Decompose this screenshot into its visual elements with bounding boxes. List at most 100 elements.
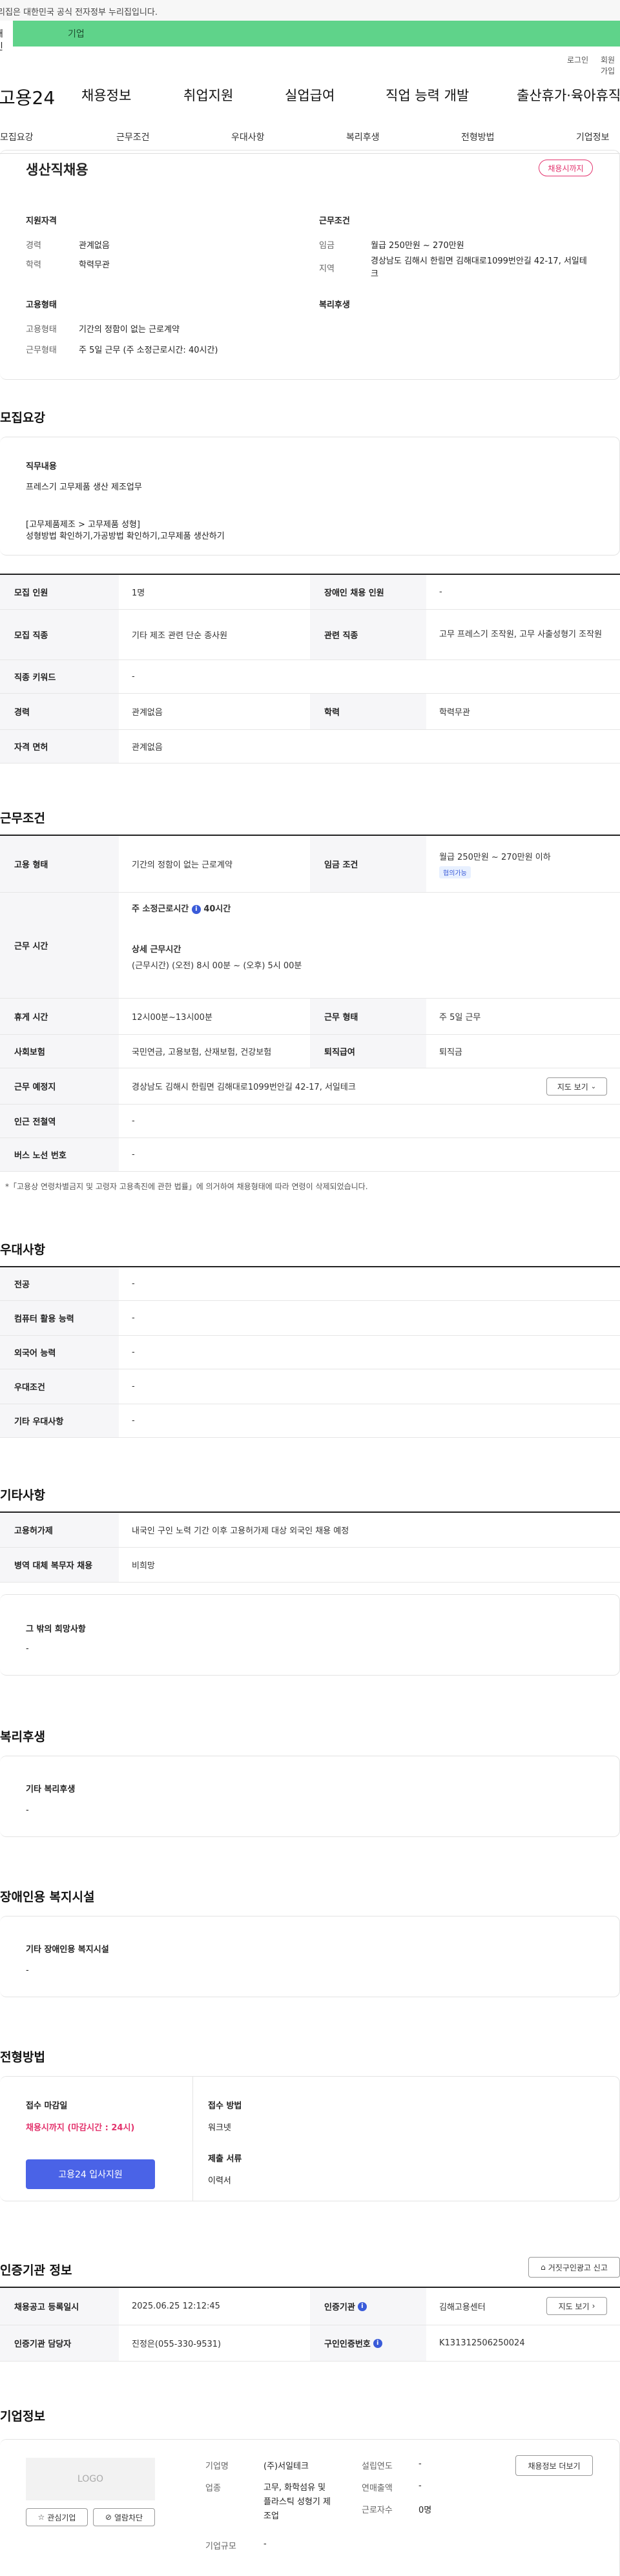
table-header-cell: 우대조건: [0, 1369, 119, 1404]
conditions-section-title: 근무조건: [0, 811, 45, 826]
docs-value: 이력서: [208, 2176, 231, 2186]
recruit-section-title: 모집요강: [0, 411, 45, 425]
table-header-cell: 인증기관 i: [310, 2288, 426, 2325]
method-title: 접수 방법: [208, 2101, 242, 2111]
table-header-cell: 모집 인원: [0, 575, 119, 609]
conditions-table: 고용 형태 기간의 정함이 없는 근로계약 임금 조건 월급 250만원 ~ 2…: [0, 835, 620, 1172]
table-header-cell: 컴퓨터 활용 능력: [0, 1301, 119, 1335]
table-row: 모집 직종 기타 제조 관련 단순 종사원 관련 직종 고무 프레스기 조작원,…: [0, 610, 620, 660]
table-row: 우대조건 -: [0, 1369, 620, 1404]
tab-person[interactable]: 개인: [0, 21, 13, 52]
duty-value: 프레스기 고무제품 생산 제조업무: [26, 483, 142, 492]
table-row: 병역 대체 복무자 채용 비희망: [0, 1548, 620, 1583]
career-value: 관계없음: [79, 241, 110, 251]
lnb-preference[interactable]: 우대사항: [231, 130, 265, 143]
etc-table: 고용허가제 내국인 구인 노력 기간 이후 고용허가제 대상 외국인 채용 예정 …: [0, 1511, 620, 1583]
table-header-cell: 장애인 채용 인원: [310, 575, 426, 609]
report-false-ad-button[interactable]: ⌂ 거짓구인광고 신고: [528, 2257, 620, 2278]
table-cell: 퇴직금: [439, 1048, 462, 1057]
recruit-table: 모집 인원 1명 장애인 채용 인원 - 모집 직종 기타 제조 관련 단순 종…: [0, 574, 620, 763]
lnb-conditions[interactable]: 근무조건: [116, 130, 150, 143]
table-cell: 관계없음: [132, 743, 163, 753]
pref-section-title: 우대사항: [0, 1243, 45, 1257]
table-header-cell: 고용 형태: [0, 836, 119, 892]
table-cell: 12시00분~13시00분: [132, 1013, 212, 1023]
site-logo[interactable]: 고용24: [0, 84, 55, 110]
qual-title: 지원자격: [26, 216, 57, 226]
disabled-section-title: 장애인용 복지시설: [0, 1890, 95, 1904]
table-cell: 관계없음: [132, 708, 163, 718]
deadline-title: 접수 마감일: [26, 2101, 68, 2111]
map-view-button[interactable]: 지도 보기 ⌄: [546, 1077, 607, 1096]
wage-cell: 월급 250만원 ~ 270만원 이하 협의가능: [426, 836, 620, 892]
negotiable-tag: 협의가능: [439, 866, 471, 878]
more-recruit-button[interactable]: 채용정보 더보기: [515, 2455, 593, 2476]
other-wishes-box: 그 밖의 희망사항 -: [0, 1594, 620, 1676]
global-nav: 고용24 채용정보 취업지원 실업급여 직업 능력 개발 출산휴가·육아휴직: [0, 70, 620, 120]
edu-label: 학력: [26, 260, 41, 270]
selection-section-title: 전형방법: [0, 2050, 45, 2064]
table-row: 인근 전철역 -: [0, 1105, 620, 1138]
agency-map-button[interactable]: 지도 보기 ›: [546, 2297, 607, 2315]
other-wishes-value: -: [26, 1644, 29, 1654]
docs-title: 제출 서류: [208, 2154, 242, 2164]
table-row: 버스 노선 번호 -: [0, 1138, 620, 1172]
gnb-item-jobs[interactable]: 채용정보: [81, 85, 131, 105]
favorite-label: 관심기업: [47, 2513, 76, 2522]
table-cell: 김해고용센터: [439, 2303, 486, 2312]
company-name-value: (주)서일테크: [264, 2462, 309, 2471]
company-name-label: 기업명: [205, 2462, 229, 2471]
table-cell: 고무 프레스기 조작원, 고무 사출성형기 조작원: [439, 629, 603, 639]
info-icon[interactable]: i: [373, 2338, 382, 2348]
gnb-item-parental-leave[interactable]: 출산휴가·육아휴직: [517, 85, 620, 105]
table-header-cell: 학력: [310, 694, 426, 729]
apply-button[interactable]: 고용24 입사지원: [26, 2159, 155, 2189]
company-size-value: -: [264, 2539, 267, 2549]
chevron-down-icon: ⌄: [590, 1083, 597, 1090]
table-row: 휴게 시간 12시00분~13시00분 근무 형태 주 5일 근무: [0, 999, 620, 1035]
tab-company[interactable]: 기업: [13, 21, 620, 47]
table-cell: 주 5일 근무: [439, 1013, 481, 1023]
sales-label: 연매출액: [362, 2484, 393, 2493]
info-icon[interactable]: i: [191, 904, 201, 914]
lnb-selection[interactable]: 전형방법: [461, 130, 495, 143]
login-link[interactable]: 로그인: [567, 54, 588, 65]
lnb-recruit[interactable]: 모집요강: [0, 130, 34, 143]
emp-value: 기간의 정함이 없는 근로계약: [79, 325, 180, 335]
company-size-label: 기업규모: [205, 2542, 236, 2551]
table-header-cell: 채용공고 등록일시: [0, 2288, 119, 2325]
gnb-item-employment-support[interactable]: 취업지원: [183, 85, 233, 105]
table-row: 고용허가제 내국인 구인 노력 기간 이후 고용허가제 대상 외국인 채용 예정: [0, 1513, 620, 1548]
table-header-cell: 외국어 능력: [0, 1336, 119, 1369]
block-view-button[interactable]: ⊘ 열람차단: [93, 2508, 155, 2526]
disabled-box-value: -: [26, 1966, 29, 1975]
founded-value: -: [418, 2459, 422, 2469]
table-header-cell: 병역 대체 복무자 채용: [0, 1548, 119, 1582]
wage-label: 임금: [319, 241, 335, 251]
info-icon[interactable]: i: [357, 2301, 367, 2311]
table-cell: -: [132, 1347, 135, 1357]
top-tabs: 개인 기업: [0, 21, 620, 52]
lnb-company[interactable]: 기업정보: [576, 130, 610, 143]
gnb-item-training[interactable]: 직업 능력 개발: [386, 85, 469, 105]
lnb-welfare[interactable]: 복리후생: [346, 130, 380, 143]
table-row: 직종 키워드 -: [0, 660, 620, 694]
table-row: 근무 시간 주 소정근로시간 i 40시간 상세 근무시간 (근무시간) (오전…: [0, 893, 620, 999]
welfare-box-title: 기타 복리후생: [26, 1785, 76, 1794]
weekly-hours-value: 40시간: [203, 904, 231, 914]
selection-box: 접수 마감일 채용시까지 (마감시간 : 24시) 고용24 입사지원 접수 방…: [0, 2076, 620, 2201]
welfare-section-title: 복리후생: [0, 1730, 45, 1744]
block-icon: ⊘: [105, 2513, 112, 2522]
table-row: 외국어 능력 -: [0, 1336, 620, 1369]
table-header-cell: 전공: [0, 1267, 119, 1300]
deadline-badge: 채용시까지: [539, 160, 593, 176]
gnb-item-unemployment[interactable]: 실업급여: [285, 85, 335, 105]
table-header-cell: 기타 우대사항: [0, 1404, 119, 1437]
welfare-title: 복리후생: [319, 300, 350, 310]
region-label: 지역: [319, 264, 335, 274]
etc-section-title: 기타사항: [0, 1488, 45, 1502]
favorite-company-button[interactable]: ☆ 관심기업: [26, 2508, 88, 2526]
industry-label: 업종: [205, 2484, 221, 2493]
table-cell: -: [132, 1150, 135, 1159]
divider: [192, 2077, 193, 2201]
